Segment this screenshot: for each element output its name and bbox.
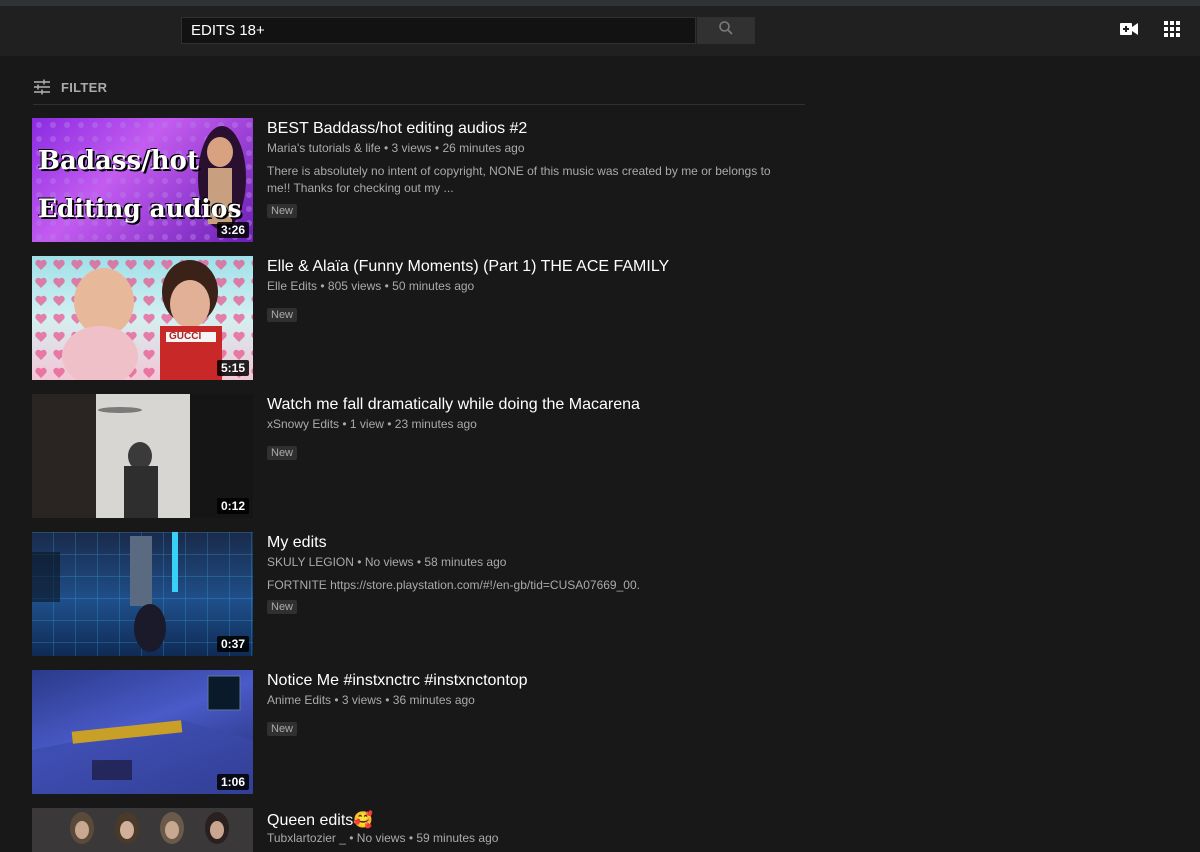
video-meta: SKULY LEGION • No views • 58 minutes ago [267,555,507,569]
video-thumbnail[interactable]: 1:06 [32,670,253,794]
video-result[interactable]: GUCCI 5:15 Elle & Alaïa (Funny Moments) … [32,256,812,380]
view-count: No views [356,831,406,845]
video-result[interactable]: 0:37 My edits SKULY LEGION • No views • … [32,532,812,656]
upload-age: 59 minutes ago [416,831,499,845]
video-thumbnail[interactable]: Badass/hot Editing audios 3:26 [32,118,253,242]
video-meta: Elle Edits • 805 views • 50 minutes ago [267,279,475,293]
duration-badge: 1:06 [216,774,249,790]
upload-age: 23 minutes ago [394,417,477,431]
new-badge: New [267,600,298,614]
video-result[interactable]: 0:12 Watch me fall dramatically while do… [32,394,812,518]
video-title[interactable]: My edits [267,534,327,552]
sliders-icon[interactable] [33,78,51,101]
video-thumbnail[interactable] [32,808,253,852]
upload-age: 50 minutes ago [392,279,475,293]
video-title[interactable]: Notice Me #instxnctrc #instxnctontop [267,672,528,690]
new-badge: New [267,446,298,460]
new-badge: New [267,722,298,736]
video-thumbnail[interactable]: GUCCI 5:15 [32,256,253,380]
video-meta: Maria's tutorials & life • 3 views • 26 … [267,141,525,155]
masthead: EDITS 18+ [0,6,1200,56]
video-title[interactable]: Elle & Alaïa (Funny Moments) (Part 1) TH… [267,258,669,276]
search-icon [718,20,734,41]
search-input[interactable]: EDITS 18+ [181,17,696,44]
video-thumbnail[interactable]: 0:12 [32,394,253,518]
video-result[interactable]: 1:06 Notice Me #instxnctrc #instxnctonto… [32,670,812,794]
video-meta: Tubxlartozier _ • No views • 59 minutes … [267,831,499,845]
duration-badge: 0:12 [216,498,249,514]
create-video-button[interactable] [1120,22,1138,41]
view-count: No views [364,555,414,569]
video-meta: xSnowy Edits • 1 view • 23 minutes ago [267,417,477,431]
video-result[interactable]: Queen edits🥰 Tubxlartozier _ • No views … [32,808,812,852]
video-description: There is absolutely no intent of copyrig… [267,164,771,195]
channel-name[interactable]: Anime Edits [267,693,331,707]
apps-grid-icon [1164,20,1180,42]
duration-badge: 0:37 [216,636,249,652]
duration-badge: 3:26 [216,222,249,238]
channel-name[interactable]: Tubxlartozier _ [267,831,346,845]
view-count: 1 view [349,417,384,431]
new-badge: New [267,204,298,218]
video-result[interactable]: Badass/hot Editing audios 3:26 BEST Badd… [32,118,812,242]
apps-button[interactable] [1163,20,1181,42]
upload-age: 36 minutes ago [392,693,475,707]
channel-name[interactable]: xSnowy Edits [267,417,339,431]
thumbnail-shirt-text: GUCCI [169,331,202,342]
video-title[interactable]: Watch me fall dramatically while doing t… [267,396,640,414]
thumbnail-art [32,808,253,852]
upload-age: 26 minutes ago [442,141,525,155]
video-meta: Anime Edits • 3 views • 36 minutes ago [267,693,475,707]
upload-age: 58 minutes ago [424,555,507,569]
video-description: FORTNITE https://store.playstation.com/#… [267,578,640,592]
view-count: 805 views [327,279,382,293]
view-count: 3 views [341,693,382,707]
filter-bar: FILTER [33,74,805,105]
video-thumbnail[interactable]: 0:37 [32,532,253,656]
video-camera-plus-icon [1120,22,1138,41]
search-button[interactable] [697,17,755,44]
channel-name[interactable]: Maria's tutorials & life [267,141,381,155]
view-count: 3 views [391,141,432,155]
video-title[interactable]: Queen edits🥰 [267,810,373,830]
duration-badge: 5:15 [216,360,249,376]
video-title[interactable]: BEST Baddass/hot editing audios #2 [267,120,527,138]
channel-name[interactable]: SKULY LEGION [267,555,354,569]
channel-name[interactable]: Elle Edits [267,279,317,293]
thumbnail-title-line-2: Editing audios [38,194,242,223]
filter-button[interactable]: FILTER [61,80,107,95]
thumbnail-title-line-1: Badass/hot [38,146,199,176]
new-badge: New [267,308,298,322]
search-query-text: EDITS 18+ [191,22,265,39]
